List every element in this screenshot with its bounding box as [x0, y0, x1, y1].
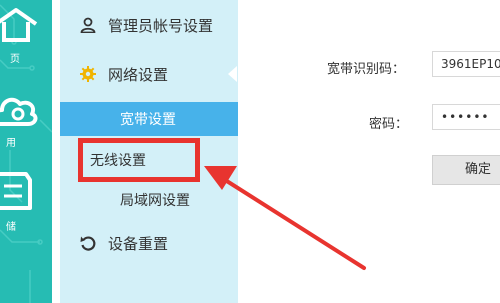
cloud-icon — [0, 97, 38, 126]
annotation-highlight-box — [78, 138, 200, 182]
left-navigation-strip: 页 用 储 — [0, 0, 52, 303]
password-input[interactable]: •••••• — [432, 104, 500, 130]
submenu-label: 宽带设置 — [120, 112, 176, 128]
router-admin-page: 页 用 储 管理员帐号设置 网络设置 宽带设置 无线设置 局域网设置 设备重置 … — [0, 0, 500, 303]
submenu-lan-settings[interactable]: 局域网设置 — [60, 183, 238, 217]
submenu-label: 局域网设置 — [120, 193, 190, 209]
apps-nav-label: 用 — [6, 138, 16, 149]
gear-icon — [80, 66, 96, 82]
menu-item-admin-account[interactable]: 管理员帐号设置 — [60, 5, 238, 45]
active-menu-caret — [228, 66, 237, 82]
menu-item-network-settings[interactable]: 网络设置 — [60, 54, 238, 94]
menu-item-label: 管理员帐号设置 — [108, 17, 214, 35]
confirm-button[interactable]: 确定 — [432, 155, 500, 185]
account-label: 宽带识别码： — [327, 62, 406, 77]
user-icon — [80, 17, 96, 33]
account-input[interactable]: 3961EP10 — [432, 51, 500, 77]
password-label: 密码： — [369, 117, 409, 132]
home-nav-item[interactable]: 页 — [0, 0, 52, 90]
storage-nav-label: 储 — [6, 222, 16, 233]
menu-item-device-reset[interactable]: 设备重置 — [60, 223, 238, 263]
home-nav-label: 页 — [10, 54, 20, 65]
house-icon — [0, 8, 38, 42]
menu-item-label: 设备重置 — [108, 235, 169, 253]
settings-content — [238, 0, 500, 303]
reset-icon — [80, 236, 96, 251]
storage-icon — [0, 172, 32, 210]
submenu-broadband-settings[interactable]: 宽带设置 — [60, 102, 238, 136]
apps-nav-item[interactable]: 用 — [0, 90, 52, 180]
menu-item-label: 网络设置 — [108, 66, 169, 84]
storage-nav-item[interactable]: 储 — [0, 168, 52, 258]
